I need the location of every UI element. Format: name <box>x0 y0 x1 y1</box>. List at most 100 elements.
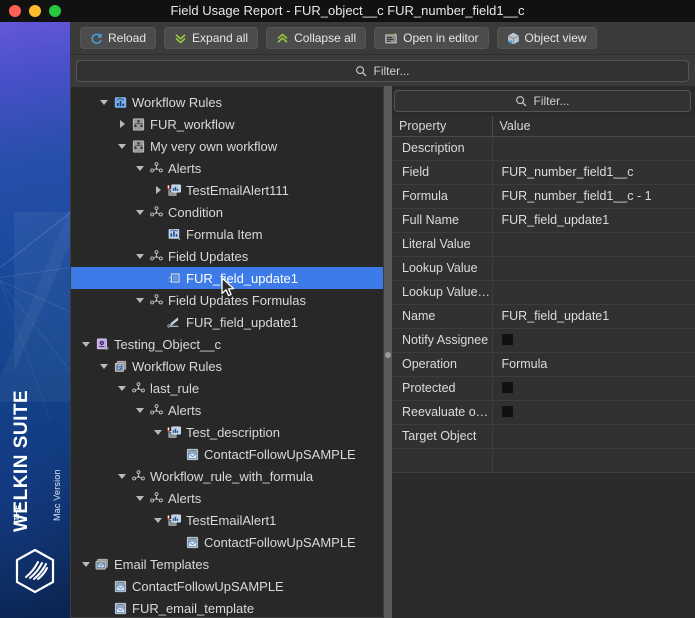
tree-row[interactable]: ContactFollowUpSAMPLE <box>71 531 383 553</box>
tree-row[interactable]: TestEmailAlert111 <box>71 179 383 201</box>
checkbox-unchecked-icon[interactable] <box>501 334 513 345</box>
property-row[interactable]: Reevaluate on... <box>392 400 695 425</box>
tree-row-label: FUR_workflow <box>150 116 235 132</box>
property-name-cell: Literal Value <box>392 232 493 257</box>
chevron-down-icon[interactable] <box>151 421 165 443</box>
property-row[interactable]: Notify Assignee <box>392 328 695 353</box>
property-value-cell <box>492 136 695 161</box>
property-row[interactable]: Field FUR_number_field1__c <box>392 160 695 185</box>
property-row[interactable]: Formula FUR_number_field1__c - 1 <box>392 184 695 209</box>
chevron-down-icon[interactable] <box>151 509 165 531</box>
property-value-checkbox[interactable] <box>492 328 695 353</box>
open-in-editor-button[interactable]: Open in editor <box>374 27 489 49</box>
tree-row[interactable]: Alerts <box>71 157 383 179</box>
checkbox-unchecked-icon[interactable] <box>501 406 513 417</box>
chevron-right-icon[interactable] <box>151 179 165 201</box>
chevron-down-icon[interactable] <box>79 333 93 355</box>
tree-row[interactable]: Field Updates Formulas <box>71 289 383 311</box>
detail-filter-placeholder: Filter... <box>533 94 570 108</box>
tree-row-label: FUR_email_template <box>132 600 255 616</box>
tree-row-label: Alerts <box>168 490 202 506</box>
tree-row[interactable]: Workflow_rule_with_formula <box>71 465 383 487</box>
property-table-header: Property Value <box>392 116 695 137</box>
tree-row[interactable]: Alerts <box>71 487 383 509</box>
tree-row[interactable]: Email Templates <box>71 553 383 575</box>
reload-button[interactable]: Reload <box>80 27 157 49</box>
property-row[interactable]: Name FUR_field_update1 <box>392 304 695 329</box>
global-filter-input[interactable]: Filter... <box>76 59 689 82</box>
collapse-all-button[interactable]: Collapse all <box>266 27 367 49</box>
node-group-icon <box>129 377 147 399</box>
tree-row[interactable]: Field Updates <box>71 245 383 267</box>
tree-row[interactable]: Testing_Object__c <box>71 333 383 355</box>
property-row[interactable]: Protected <box>392 376 695 401</box>
maximize-window-button[interactable] <box>49 5 61 17</box>
tree-row[interactable]: Workflow Rules <box>71 91 383 113</box>
tree-twisty-spacer <box>169 443 183 465</box>
chevron-right-icon[interactable] <box>115 113 129 135</box>
chevron-down-icon[interactable] <box>133 399 147 421</box>
tree-row[interactable]: My very own workflow <box>71 135 383 157</box>
detail-filter-input[interactable]: Filter... <box>394 90 691 112</box>
open-in-editor-button-label: Open in editor <box>403 31 479 45</box>
node-group-icon <box>147 245 165 267</box>
chevron-down-icon[interactable] <box>133 201 147 223</box>
tree-row[interactable]: Formula Item <box>71 223 383 245</box>
tree-row[interactable]: last_rule <box>71 377 383 399</box>
chevron-down-icon[interactable] <box>133 289 147 311</box>
pane-splitter[interactable] <box>384 86 392 618</box>
chevron-down-icon[interactable] <box>115 377 129 399</box>
tree-row-label: Workflow Rules <box>132 94 223 110</box>
object-view-button[interactable]: Object view <box>496 27 597 49</box>
property-row[interactable]: Operation Formula <box>392 352 695 377</box>
chevron-down-icon[interactable] <box>133 487 147 509</box>
collapse-all-button-label: Collapse all <box>294 31 357 45</box>
tree-row-label: ContactFollowUpSAMPLE <box>204 446 356 462</box>
property-name-cell: Notify Assignee <box>392 328 493 353</box>
property-row[interactable]: Lookup Value T.. <box>392 280 695 305</box>
tree-row[interactable]: ContactFollowUpSAMPLE <box>71 443 383 465</box>
property-row[interactable]: Description <box>392 136 695 161</box>
chevron-down-icon[interactable] <box>97 91 111 113</box>
close-window-button[interactable] <box>9 5 21 17</box>
property-value-checkbox[interactable] <box>492 376 695 401</box>
node-group-icon <box>147 201 165 223</box>
chevron-down-icon[interactable] <box>115 465 129 487</box>
tree-row[interactable]: Condition <box>71 201 383 223</box>
formula-update-icon <box>165 311 183 333</box>
chevron-down-icon[interactable] <box>115 135 129 157</box>
tree-row[interactable]: Workflow Rules <box>71 355 383 377</box>
property-row[interactable]: Literal Value <box>392 232 695 257</box>
detail-filter-bar: Filter... <box>392 86 695 116</box>
property-value-checkbox[interactable] <box>492 400 695 425</box>
tree-row[interactable]: FUR_workflow <box>71 113 383 135</box>
chevron-down-icon[interactable] <box>133 157 147 179</box>
tree-row[interactable]: Alerts <box>71 399 383 421</box>
checkbox-unchecked-icon[interactable] <box>501 382 513 393</box>
tree-row-selected[interactable]: FUR_field_update1 <box>71 267 383 289</box>
column-header-property[interactable]: Property <box>392 116 493 137</box>
minimize-window-button[interactable] <box>29 5 41 17</box>
search-icon <box>516 96 527 107</box>
chevron-down-icon[interactable] <box>133 245 147 267</box>
tree-row[interactable]: Test_description <box>71 421 383 443</box>
splitter-handle[interactable] <box>385 352 391 358</box>
chevron-double-up-icon <box>277 33 288 43</box>
chevron-down-icon[interactable] <box>97 355 111 377</box>
tree-row-label: Workflow_rule_with_formula <box>150 468 314 484</box>
tree-row[interactable]: ContactFollowUpSAMPLE <box>71 575 383 597</box>
tree-row-label: Formula Item <box>186 226 263 242</box>
column-header-value[interactable]: Value <box>492 116 695 137</box>
property-row[interactable]: Target Object <box>392 424 695 449</box>
usage-tree-pane[interactable]: Workflow Rules FUR_workflow My very own wo… <box>70 86 384 618</box>
tree-row[interactable]: FUR_field_update1 <box>71 311 383 333</box>
tree-row[interactable]: FUR_email_template <box>71 597 383 617</box>
node-group-icon <box>129 465 147 487</box>
property-value-cell: FUR_number_field1__c <box>492 160 695 185</box>
chevron-down-icon[interactable] <box>79 553 93 575</box>
property-row[interactable]: Lookup Value <box>392 256 695 281</box>
tree-row[interactable]: TestEmailAlert1 <box>71 509 383 531</box>
reload-icon <box>91 33 102 44</box>
expand-all-button[interactable]: Expand all <box>164 27 259 49</box>
property-row[interactable]: Full Name FUR_field_update1 <box>392 208 695 233</box>
